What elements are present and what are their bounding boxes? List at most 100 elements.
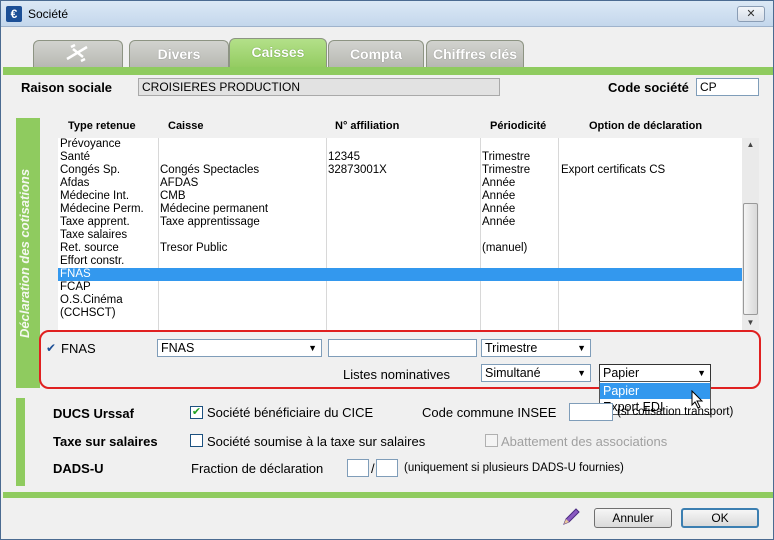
listes-nominatives-label: Listes nominatives (343, 367, 450, 382)
table-cell: Médecine Int. (60, 190, 130, 202)
col-header-caisse[interactable]: Caisse (168, 120, 203, 132)
window-title: Société (28, 7, 69, 21)
title-bar: € Société ✕ (1, 1, 773, 27)
table-row[interactable]: Ret. source Tresor Public (manuel) (58, 242, 742, 255)
table-cell: Taxe apprent. (60, 216, 130, 228)
table-row[interactable]: Effort constr. (58, 255, 742, 268)
chevron-down-icon: ▼ (577, 368, 586, 378)
table-cell: FCAP (60, 281, 91, 293)
table-row[interactable]: Congés Sp. Congés Spectacles 32873001X Trim… (58, 164, 742, 177)
table-cell: O.S.Cinéma (60, 294, 123, 306)
code-societe-label: Code société (608, 80, 689, 95)
code-societe-field[interactable]: CP (696, 78, 759, 96)
grid-scrollbar[interactable]: ▲ ▼ (742, 138, 759, 330)
insee-label: Code commune INSEE (422, 405, 557, 420)
table-cell: Taxe salaires (60, 229, 128, 241)
table-cell: Année (482, 216, 516, 228)
fraction-numerator-input[interactable] (347, 459, 369, 477)
table-cell: Congés Sp. (60, 164, 121, 176)
dadsu-label: DADS-U (53, 461, 104, 476)
table-row[interactable]: (CCHSCT) (58, 307, 742, 320)
col-header-periodicite[interactable]: Périodicité (490, 120, 546, 132)
table-row[interactable]: O.S.Cinéma (58, 294, 742, 307)
taxe-soumise-label: Société soumise à la taxe sur salaires (207, 434, 426, 449)
scroll-up-icon[interactable]: ▲ (742, 138, 759, 152)
table-cell: Année (482, 190, 516, 202)
table-cell: 32873001X (328, 164, 387, 176)
app-icon: € (6, 6, 22, 22)
scroll-thumb[interactable] (743, 203, 758, 315)
insee-input[interactable] (569, 403, 613, 421)
edit-type-label: FNAS (61, 341, 96, 356)
dadsu-hint: (uniquement si plusieurs DADS-U fournies… (404, 462, 624, 474)
col-header-affiliation[interactable]: N° affiliation (335, 120, 399, 132)
table-row[interactable]: FCAP (58, 281, 742, 294)
cice-label: Société bénéficiaire du CICE (207, 405, 374, 420)
cotisations-grid[interactable]: Prévoyance Santé 12345 Trimestre Congés Sp. C… (58, 138, 742, 330)
table-cell: Export certificats CS (561, 164, 666, 176)
cancel-button[interactable]: Annuler (594, 508, 672, 528)
close-button[interactable]: ✕ (737, 6, 765, 22)
table-row[interactable]: Prévoyance (58, 138, 742, 151)
insee-hint: (si cotisation transport) (617, 406, 734, 418)
table-row[interactable]: FNAS (58, 268, 742, 281)
ducs-label: DUCS Urssaf (53, 406, 134, 421)
tab-chiffres-cles[interactable]: Chiffres clés (426, 40, 524, 67)
bottom-separator (3, 492, 773, 498)
tab-divers[interactable]: Divers (129, 40, 229, 67)
ok-button[interactable]: OK (681, 508, 759, 528)
societe-window: € Société ✕ Divers Caisses Compta Chiffr… (0, 0, 774, 540)
option-select[interactable]: Papier ▼ (599, 364, 711, 382)
tab-caisses[interactable]: Caisses (229, 38, 327, 67)
table-cell: Afdas (60, 177, 90, 189)
table-cell: Prévoyance (60, 138, 121, 150)
table-row[interactable]: Taxe salaires (58, 229, 742, 242)
lower-side-panel (16, 398, 25, 486)
tab-underline (3, 67, 773, 75)
chevron-down-icon: ▼ (308, 343, 317, 353)
plane-icon (66, 43, 88, 63)
table-cell: Année (482, 203, 516, 215)
periodicite-select[interactable]: Trimestre ▼ (481, 339, 591, 357)
tab-general[interactable] (33, 40, 123, 67)
taxe-checkbox[interactable] (190, 434, 203, 447)
chevron-down-icon: ▼ (697, 368, 706, 378)
cotisations-side-label: Déclaration des cotisations (17, 168, 32, 338)
abattement-label: Abattement des associations (501, 434, 668, 449)
fraction-separator: / (371, 461, 375, 476)
cice-checkbox[interactable]: ✔ (190, 406, 203, 419)
table-row[interactable]: Santé 12345 Trimestre (58, 151, 742, 164)
table-cell: Année (482, 177, 516, 189)
option-select-value: Papier (603, 366, 640, 380)
chevron-down-icon: ▼ (577, 343, 586, 353)
taxe-label: Taxe sur salaires (53, 434, 158, 449)
tab-compta[interactable]: Compta (328, 40, 424, 67)
table-row[interactable]: Médecine Int. CMB Année (58, 190, 742, 203)
table-cell: Tresor Public (160, 242, 228, 254)
table-cell: Santé (60, 151, 91, 163)
col-header-type[interactable]: Type retenue (68, 120, 136, 132)
table-cell: (CCHSCT) (60, 307, 116, 319)
affiliation-input[interactable] (328, 339, 477, 357)
listes-select[interactable]: Simultané ▼ (481, 364, 591, 382)
abattement-checkbox[interactable] (485, 434, 498, 447)
table-cell: Trimestre (482, 164, 531, 176)
scroll-down-icon[interactable]: ▼ (742, 316, 759, 330)
caisse-select-value: FNAS (161, 341, 195, 355)
table-cell: Congés Spectacles (160, 164, 260, 176)
col-header-option[interactable]: Option de déclaration (589, 120, 702, 132)
table-cell: (manuel) (482, 242, 528, 254)
fraction-denominator-input[interactable] (376, 459, 398, 477)
table-row[interactable]: Médecine Perm. Médecine permanent Année (58, 203, 742, 216)
table-cell: AFDAS (160, 177, 199, 189)
raison-sociale-field: CROISIERES PRODUCTION (138, 78, 500, 96)
fraction-label: Fraction de déclaration (191, 461, 324, 476)
table-cell: Trimestre (482, 151, 531, 163)
caisse-select[interactable]: FNAS ▼ (157, 339, 322, 357)
table-row[interactable]: Taxe apprent. Taxe apprentissage Année (58, 216, 742, 229)
table-cell: 12345 (328, 151, 360, 163)
pencil-icon[interactable] (561, 507, 581, 527)
table-row[interactable]: Afdas AFDAS Année (58, 177, 742, 190)
table-cell: FNAS (60, 268, 91, 280)
table-cell: CMB (160, 190, 186, 202)
